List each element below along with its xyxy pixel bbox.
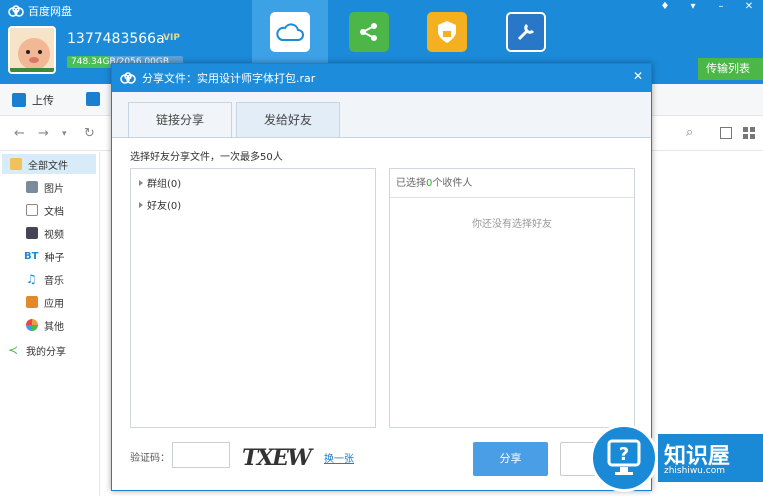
sidebar-item-my-share[interactable]: ≺ 我的分享 — [8, 340, 66, 360]
tree-node-label: 好友(0) — [147, 201, 182, 212]
sidebar-item-other[interactable]: 其他 — [26, 315, 64, 335]
sidebar-item-docs[interactable]: 文档 — [26, 200, 64, 220]
sidebar-item-label: 音乐 — [44, 275, 64, 287]
bell-icon[interactable]: ♦ — [651, 0, 679, 14]
watermark-text: 知识屋 zhishiwu.com — [658, 434, 763, 482]
dialog-tabs: 链接分享 发给好友 — [112, 92, 651, 138]
friend-tree-panel: 群组(0) 好友(0) — [130, 168, 376, 428]
sidebar-item-label: 全部文件 — [28, 160, 68, 172]
recipients-prefix: 已选择 — [396, 178, 426, 189]
upload-label: 上传 — [32, 94, 54, 107]
video-icon — [26, 227, 38, 239]
search-icon[interactable]: ⌕ — [686, 125, 693, 140]
other-icon — [26, 319, 38, 331]
back-icon[interactable]: ← — [14, 126, 25, 141]
wrench-icon — [506, 12, 546, 52]
recipients-suffix: 个收件人 — [432, 178, 473, 189]
sidebar-item-music[interactable]: ♫ 音乐 — [26, 269, 64, 289]
avatar[interactable] — [8, 26, 56, 74]
captcha-image: TXEW — [242, 445, 314, 470]
sidebar-item-all-files[interactable]: 全部文件 — [2, 154, 96, 174]
captcha-input[interactable] — [172, 442, 230, 468]
cloud-logo-icon — [120, 72, 136, 84]
expand-arrow-icon[interactable] — [139, 179, 143, 186]
share-circle-icon — [349, 12, 389, 52]
app-icon — [26, 296, 38, 308]
cloud-logo-icon — [8, 5, 24, 17]
lock-shield-icon — [427, 12, 467, 52]
refresh-icon[interactable]: ↻ — [84, 126, 95, 141]
sidebar-item-torrents[interactable]: BT 种子 — [24, 246, 64, 266]
share-dialog: 分享文件：实用设计师字体打包.rar ✕ 链接分享 发给好友 选择好友分享文件，… — [111, 63, 652, 491]
upload-icon — [12, 93, 26, 107]
svg-text:TXEW: TXEW — [242, 445, 314, 470]
menu-icon[interactable]: ▾ — [679, 0, 707, 14]
svg-text:?: ? — [619, 444, 629, 465]
username[interactable]: 1377483566a — [67, 31, 165, 47]
cloud-icon — [270, 12, 310, 52]
forward-icon[interactable]: → — [38, 126, 49, 141]
sidebar-item-label: 我的分享 — [26, 346, 66, 358]
sidebar-item-apps[interactable]: 应用 — [26, 292, 64, 312]
close-icon[interactable]: ✕ — [633, 69, 643, 83]
music-icon: ♫ — [26, 272, 37, 286]
minimize-icon[interactable]: – — [707, 0, 735, 14]
recipients-header: 已选择0个收件人 — [390, 169, 634, 198]
question-monitor-icon: ? — [590, 424, 658, 492]
share-button[interactable]: 分享 — [473, 442, 548, 476]
friend-limit-hint: 选择好友分享文件，一次最多50人 — [130, 152, 283, 163]
recipients-panel: 已选择0个收件人 你还没有选择好友 — [389, 168, 635, 428]
grid-view-icon[interactable] — [743, 127, 755, 139]
sidebar: 全部文件 图片 文档 视频 BT 种子 ♫ 音乐 应用 其他 ≺ 我的分享 — [0, 152, 100, 496]
list-view-icon[interactable] — [720, 127, 732, 139]
close-window-icon[interactable]: ✕ — [735, 0, 763, 14]
tree-node-friends[interactable]: 好友(0) — [139, 197, 181, 212]
sidebar-item-label: 其他 — [44, 321, 64, 333]
captcha-label: 验证码： — [130, 453, 170, 464]
dialog-titlebar: 分享文件：实用设计师字体打包.rar ✕ — [112, 64, 651, 92]
tab-send-to-friend[interactable]: 发给好友 — [236, 102, 340, 137]
window-controls: ♦ ▾ – ✕ — [651, 0, 763, 14]
tab-link-share[interactable]: 链接分享 — [128, 102, 232, 137]
share-icon: ≺ — [8, 343, 19, 357]
tree-node-groups[interactable]: 群组(0) — [139, 175, 181, 190]
dialog-title: 分享文件：实用设计师字体打包.rar — [142, 72, 316, 85]
sidebar-item-label: 文档 — [44, 206, 64, 218]
app-title: 百度网盘 — [8, 3, 72, 19]
download-icon[interactable] — [86, 92, 100, 106]
sidebar-item-label: 种子 — [44, 252, 65, 264]
watermark: 知识屋 zhishiwu.com ? — [590, 424, 763, 496]
empty-recipients-text: 你还没有选择好友 — [472, 219, 552, 230]
vip-badge: VIP — [163, 33, 180, 43]
document-icon — [26, 204, 38, 216]
image-icon — [26, 181, 38, 193]
sidebar-item-videos[interactable]: 视频 — [26, 223, 64, 243]
sidebar-item-images[interactable]: 图片 — [26, 177, 64, 197]
sidebar-item-label: 视频 — [44, 229, 64, 241]
folder-icon — [10, 158, 22, 170]
history-dropdown-icon[interactable]: ▾ — [62, 129, 67, 139]
sidebar-item-label: 应用 — [44, 298, 64, 310]
upload-button[interactable]: 上传 — [12, 92, 54, 108]
sidebar-item-label: 图片 — [44, 183, 64, 195]
app-title-text: 百度网盘 — [28, 5, 72, 18]
bt-icon: BT — [24, 250, 39, 262]
watermark-sub: zhishiwu.com — [664, 466, 725, 476]
transfer-list-button[interactable]: 传输列表 — [698, 58, 763, 80]
tree-node-label: 群组(0) — [147, 179, 182, 190]
refresh-captcha-link[interactable]: 换一张 — [324, 450, 354, 465]
expand-arrow-icon[interactable] — [139, 201, 143, 208]
